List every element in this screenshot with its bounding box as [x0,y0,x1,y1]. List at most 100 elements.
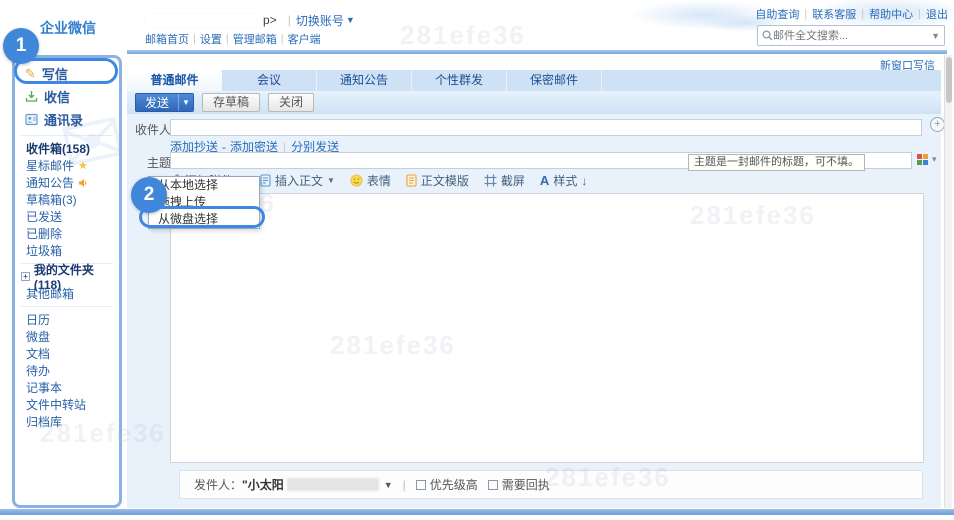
document-icon [260,174,271,187]
scrollbar-thumb[interactable] [946,57,952,103]
sidebar-item-compose[interactable]: ✎ 写信 [15,62,119,85]
sidebar-item-archive[interactable]: 归档库 [15,413,119,430]
sidebar-item-file-transfer[interactable]: 文件中转站 [15,396,119,413]
redacted-account-address [145,13,263,27]
compose-form: 收件人 + 添加抄送 - 添加密送 | 分别发送 主题 ▾ 主题是一封邮件的标题… [127,114,945,508]
priority-checkbox[interactable] [415,480,426,490]
sidebar-item-starred[interactable]: 星标邮件 ★ [15,157,119,174]
search-box[interactable]: ▼ [757,25,945,46]
sidebar-item-inbox[interactable]: 收件箱(158) [15,140,119,157]
tab-announcement[interactable]: 通知公告 [317,70,412,91]
account-address-suffix: p> [263,13,277,27]
step-1-badge: 1 [3,28,39,64]
sidebar-item-notebook[interactable]: 记事本 [15,379,119,396]
sidebar-item-label: 已发送 [26,210,63,224]
send-button[interactable]: 发送 ▼ [135,93,195,112]
app-logo: 企业微信 [40,20,96,36]
tab-confidential-mail[interactable]: 保密邮件 [507,70,602,91]
separator: | [225,33,229,45]
self-service-link[interactable]: 自助查询 [755,6,799,22]
account-line: p> | 切换账号 ▼ [145,12,355,28]
sender-dropdown-caret-icon[interactable]: ▼ [384,480,393,490]
sidebar-item-todo[interactable]: 待办 [15,362,119,379]
switch-account-link[interactable]: 切换账号 [296,12,344,29]
watermark: 281efe36 [400,20,526,50]
save-draft-button[interactable]: 存草稿 [202,93,261,112]
emoji-button[interactable]: 表情 [350,172,391,189]
sidebar-item-label: 星标邮件 [26,159,75,173]
tool-label: 正文模版 [420,174,469,188]
separator: | [402,477,406,492]
smiley-icon [350,174,363,187]
sidebar-item-label: 其他邮箱 [26,287,75,301]
content-top-strip [127,50,947,54]
search-input[interactable] [773,29,930,42]
recipient-input[interactable] [170,119,922,136]
sidebar-item-weidrive[interactable]: 微盘 [15,328,119,345]
template-icon [406,174,417,187]
sidebar-item-contacts[interactable]: 通讯录 [15,108,119,131]
tab-personalized-mass[interactable]: 个性群发 [412,70,507,91]
insert-body-button[interactable]: 插入正文 ▼ [260,172,335,189]
sender-name: "小太阳 [242,478,284,492]
page: 281efe36 281efe36 281efe36 281efe36 281e… [0,0,954,520]
screenshot-crosshair-icon [484,174,497,187]
nav-manage-mailbox[interactable]: 管理邮箱 [233,31,277,47]
speaker-icon [78,178,88,188]
redacted-sender [286,478,379,491]
sidebar-item-drafts[interactable]: 草稿箱(3) [15,191,119,208]
sidebar-item-docs[interactable]: 文档 [15,345,119,362]
sidebar-item-label: 待办 [26,364,51,378]
sidebar-item-announcements[interactable]: 通知公告 [15,174,119,191]
add-recipient-plus-icon[interactable]: + [930,117,945,132]
nav-client[interactable]: 客户端 [288,31,321,47]
priority-checkbox-row[interactable]: 优先级高 [415,476,478,493]
contact-support-link[interactable]: 联系客服 [812,6,856,22]
nav-mail-home[interactable]: 邮箱首页 [145,31,189,47]
sidebar-item-my-folders[interactable]: + 我的文件夹(118) [15,263,119,292]
expand-icon[interactable]: + [21,272,30,281]
sidebar-item-label: 收信 [44,90,71,105]
close-button[interactable]: 关闭 [268,93,315,112]
sidebar-item-label: 文档 [26,347,51,361]
sidebar-item-receive[interactable]: 收信 [15,85,119,108]
screenshot-button[interactable]: 截屏 [484,172,525,189]
tool-label: 样式 [553,174,578,188]
menu-item-weidrive-select[interactable]: 从微盘选择 [149,211,259,228]
mail-nav-links: 邮箱首页 | 设置 | 管理邮箱 | 客户端 [145,31,321,47]
separator: | [918,8,921,20]
sidebar-item-label: 通知公告 [26,176,75,190]
sidebar-item-other-mailbox[interactable]: 其他邮箱 [15,285,119,302]
separator: | [287,13,291,27]
body-template-button[interactable]: 正文模版 [406,172,469,189]
vertical-scrollbar[interactable] [944,55,952,508]
sidebar-item-sent[interactable]: 已发送 [15,208,119,225]
editor-body[interactable] [170,193,924,463]
inbox-down-icon [25,90,38,103]
mail-tag-color-icon[interactable]: ▾ [917,154,937,165]
sidebar-item-label: 收件箱(158) [26,142,91,156]
sidebar-item-label: 日历 [26,313,51,327]
receipt-checkbox[interactable] [487,480,498,490]
style-button[interactable]: A 样式 ↓ [540,172,587,189]
divider [21,135,113,136]
separator: | [861,8,865,20]
search-dropdown-caret-icon[interactable]: ▼ [931,31,940,41]
nav-settings[interactable]: 设置 [200,31,222,47]
send-dropdown-caret-icon[interactable]: ▼ [178,94,194,111]
sidebar-item-label: 垃圾箱 [26,244,63,258]
sidebar-item-calendar[interactable]: 日历 [15,311,119,328]
subject-label: 主题 [147,156,172,170]
tab-normal-mail[interactable]: 普通邮件 [127,70,222,91]
sidebar-item-spam[interactable]: 垃圾箱 [15,242,119,259]
priority-label: 优先级高 [429,478,478,492]
receipt-checkbox-row[interactable]: 需要回执 [487,476,550,493]
sidebar-item-label: 写信 [41,67,68,82]
logout-link[interactable]: 退出 [926,6,948,22]
sidebar-item-deleted[interactable]: 已删除 [15,225,119,242]
help-center-link[interactable]: 帮助中心 [869,6,913,22]
search-icon [762,30,773,41]
step-2-badge: 2 [131,177,167,213]
tab-meeting[interactable]: 会议 [222,70,317,91]
chevron-down-icon: ▼ [326,176,335,185]
